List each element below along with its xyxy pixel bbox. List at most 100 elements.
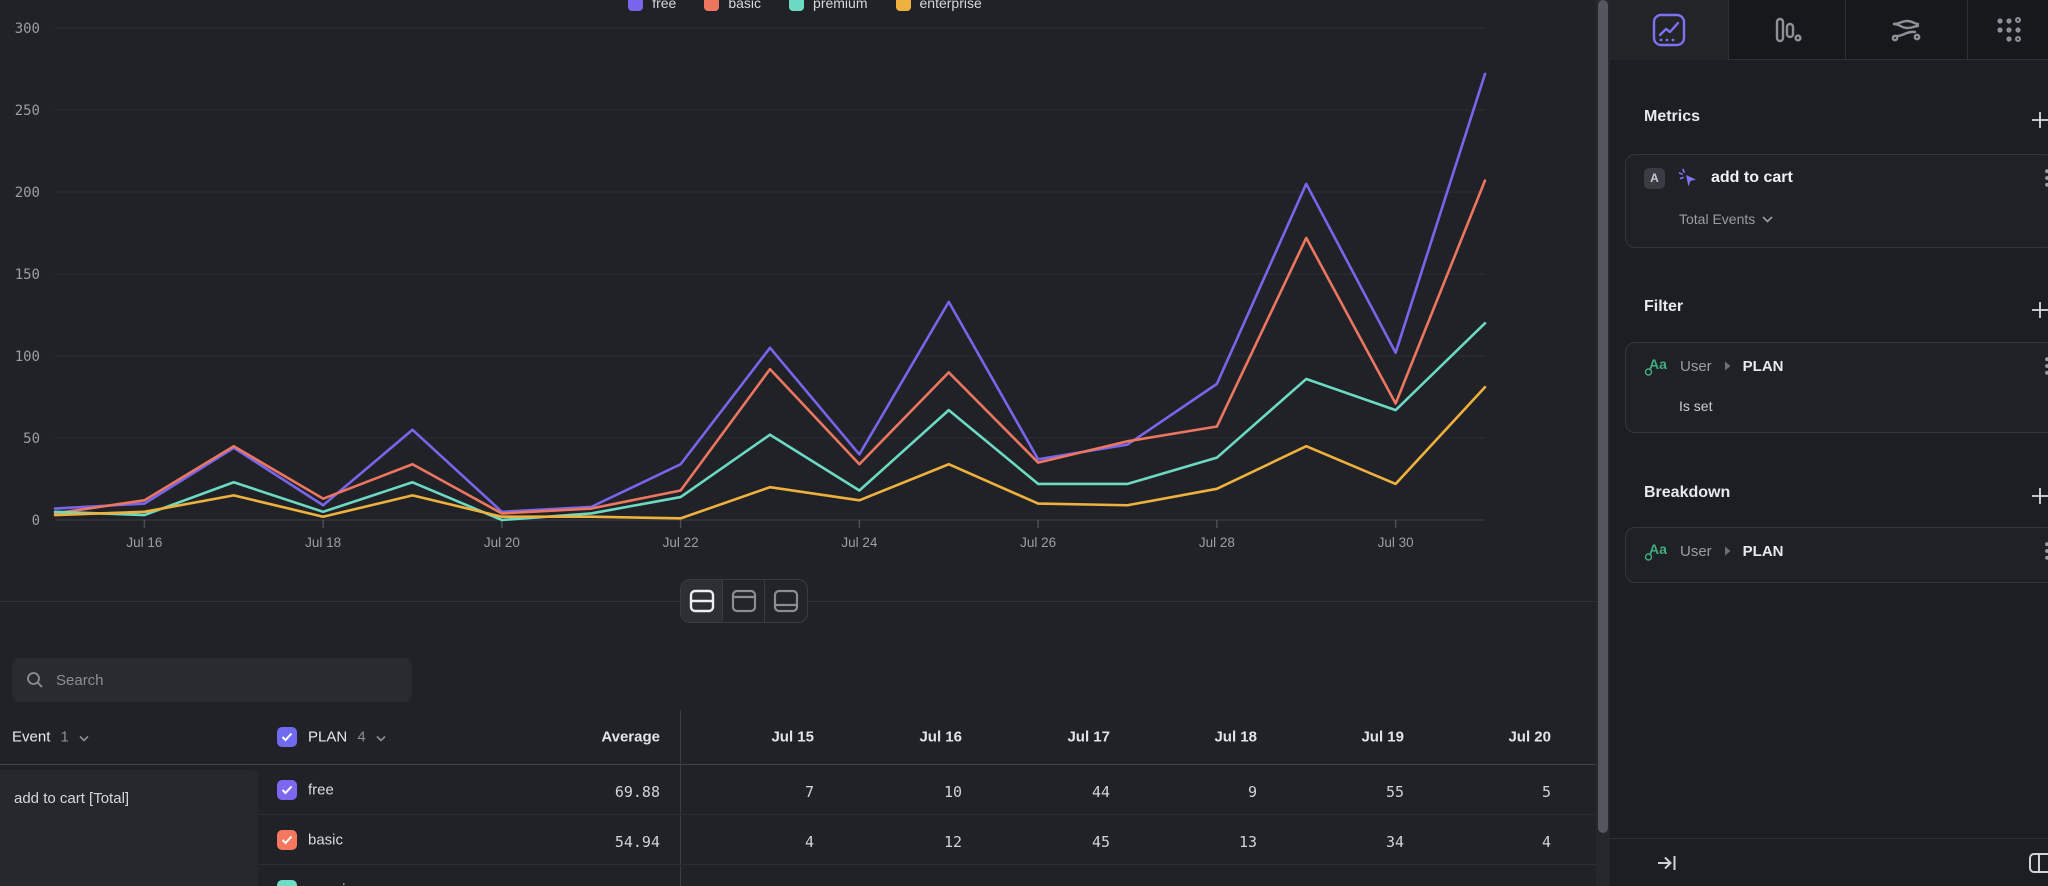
- table-row-premium[interactable]: premium 33.00 5 3 23 5 23 0: [0, 865, 1596, 886]
- breakdown-scope: User: [1680, 543, 1712, 560]
- event-count: 1: [61, 729, 69, 746]
- svg-text:Jul 22: Jul 22: [663, 535, 699, 550]
- table-header-row: Event 1 PLAN 4 Average Jul 15 Jul 16 Jul…: [0, 710, 1596, 764]
- scrollbar-thumb[interactable]: [1598, 0, 1608, 833]
- tab-line-chart[interactable]: [1610, 0, 1728, 60]
- layout-split-even-button[interactable]: [681, 580, 723, 622]
- svg-text:Jul 16: Jul 16: [126, 535, 162, 550]
- layout-toggle-group: [680, 579, 808, 623]
- date-column-header[interactable]: Jul 18: [1214, 729, 1257, 746]
- svg-text:250: 250: [15, 103, 40, 119]
- plan-select-all-checkbox[interactable]: [277, 727, 297, 747]
- average-value: 54.94: [615, 833, 660, 851]
- average-column-header[interactable]: Average: [601, 729, 660, 746]
- chevron-down-icon: [376, 736, 386, 742]
- metric-series-badge: A: [1644, 168, 1665, 189]
- filter-scope: User: [1680, 358, 1712, 375]
- legend-swatch: [896, 0, 911, 11]
- layout-detail-top-button[interactable]: [723, 580, 765, 622]
- cell-value: 12: [944, 833, 962, 851]
- svg-text:Jul 24: Jul 24: [841, 535, 878, 550]
- tab-more-visualizations[interactable]: [1967, 0, 2048, 60]
- date-column-header[interactable]: Jul 16: [919, 729, 962, 746]
- query-builder-sidebar: Metrics A add to cart Total Events: [1610, 0, 2048, 886]
- text-property-icon: Aa: [1644, 355, 1668, 377]
- search-input[interactable]: Search: [12, 658, 412, 702]
- chart-legend: free basic premium enterprise: [0, 0, 1610, 15]
- event-column-header[interactable]: Event 1: [12, 729, 89, 746]
- filter-section-title: Filter: [1644, 298, 1683, 316]
- tabbar-border: [1728, 59, 2048, 60]
- add-filter-button[interactable]: [2030, 300, 2048, 320]
- filter-card[interactable]: Aa User PLAN Is set: [1625, 342, 2048, 433]
- cell-value: 4: [1542, 833, 1551, 851]
- svg-text:0: 0: [32, 513, 40, 529]
- chevron-right-icon: [1724, 546, 1731, 556]
- analytics-app: 050100150200250300Jul 16Jul 18Jul 20Jul …: [0, 0, 2048, 886]
- add-metric-button[interactable]: [2030, 110, 2048, 130]
- vertical-scrollbar[interactable]: [1596, 0, 1610, 886]
- legend-item-basic[interactable]: basic: [704, 0, 761, 11]
- svg-text:Jul 20: Jul 20: [484, 535, 520, 550]
- filter-operator[interactable]: Is set: [1679, 398, 1712, 414]
- cell-value: 13: [1239, 833, 1257, 851]
- tab-divider: [1967, 0, 1968, 60]
- legend-item-premium[interactable]: premium: [789, 0, 867, 11]
- search-icon: [26, 671, 44, 689]
- date-column-header[interactable]: Jul 20: [1508, 729, 1551, 746]
- check-icon: [281, 732, 293, 742]
- table-row-basic[interactable]: basic 54.94 4 12 45 13 34 4: [0, 815, 1596, 865]
- metric-event-name[interactable]: add to cart: [1711, 169, 1793, 187]
- report-main-area: 050100150200250300Jul 16Jul 18Jul 20Jul …: [0, 0, 1596, 886]
- chevron-down-icon: [1762, 216, 1773, 223]
- chevron-down-icon: [79, 736, 89, 742]
- collapse-panel-icon[interactable]: [1656, 852, 1678, 874]
- breakdown-property[interactable]: PLAN: [1743, 543, 1784, 560]
- side-panel-icon[interactable]: [2028, 852, 2048, 874]
- cell-value: 55: [1386, 783, 1404, 801]
- sparkle-cursor-icon: [1677, 167, 1699, 189]
- detail-top-icon: [731, 589, 757, 613]
- add-breakdown-button[interactable]: [2030, 486, 2048, 506]
- row-checkbox[interactable]: [277, 830, 297, 850]
- tab-flows[interactable]: [1845, 0, 1967, 60]
- cell-value: 45: [1092, 833, 1110, 851]
- legend-swatch: [628, 0, 643, 11]
- cell-value: 7: [805, 783, 814, 801]
- legend-item-free[interactable]: free: [628, 0, 676, 11]
- svg-text:100: 100: [15, 349, 40, 365]
- table-row-free[interactable]: free 69.88 7 10 44 9 55 5: [0, 765, 1596, 815]
- svg-text:200: 200: [15, 185, 40, 201]
- svg-text:Jul 30: Jul 30: [1378, 535, 1414, 550]
- row-checkbox[interactable]: [277, 880, 297, 886]
- cell-value: 4: [805, 833, 814, 851]
- cell-value: 44: [1092, 783, 1110, 801]
- tab-divider: [1728, 0, 1729, 60]
- split-even-icon: [689, 589, 715, 613]
- legend-label: basic: [728, 0, 761, 11]
- line-chart-icon: [1651, 12, 1687, 48]
- date-column-header[interactable]: Jul 19: [1361, 729, 1404, 746]
- legend-label: premium: [813, 0, 867, 11]
- bar-chart-icon: [1769, 12, 1805, 48]
- legend-item-enterprise[interactable]: enterprise: [896, 0, 982, 11]
- date-column-header[interactable]: Jul 15: [771, 729, 814, 746]
- dots-grid-icon: [1990, 12, 2026, 48]
- plan-count: 4: [357, 729, 365, 746]
- plan-column-header[interactable]: PLAN 4: [308, 729, 386, 746]
- row-label: premium: [308, 882, 366, 886]
- line-chart-canvas: 050100150200250300Jul 16Jul 18Jul 20Jul …: [0, 0, 1610, 650]
- check-icon: [281, 835, 293, 845]
- search-placeholder: Search: [56, 672, 104, 689]
- metric-measure-dropdown[interactable]: Total Events: [1679, 211, 1773, 227]
- layout-detail-bottom-button[interactable]: [765, 580, 807, 622]
- metric-card[interactable]: A add to cart Total Events: [1625, 154, 2048, 248]
- row-checkbox[interactable]: [277, 780, 297, 800]
- date-column-header[interactable]: Jul 17: [1067, 729, 1110, 746]
- breakdown-card[interactable]: Aa User PLAN: [1625, 527, 2048, 583]
- tab-bar-chart[interactable]: [1728, 0, 1845, 60]
- tab-divider: [1845, 0, 1846, 60]
- average-value: 69.88: [615, 783, 660, 801]
- cell-value: 10: [944, 783, 962, 801]
- filter-property[interactable]: PLAN: [1743, 358, 1784, 375]
